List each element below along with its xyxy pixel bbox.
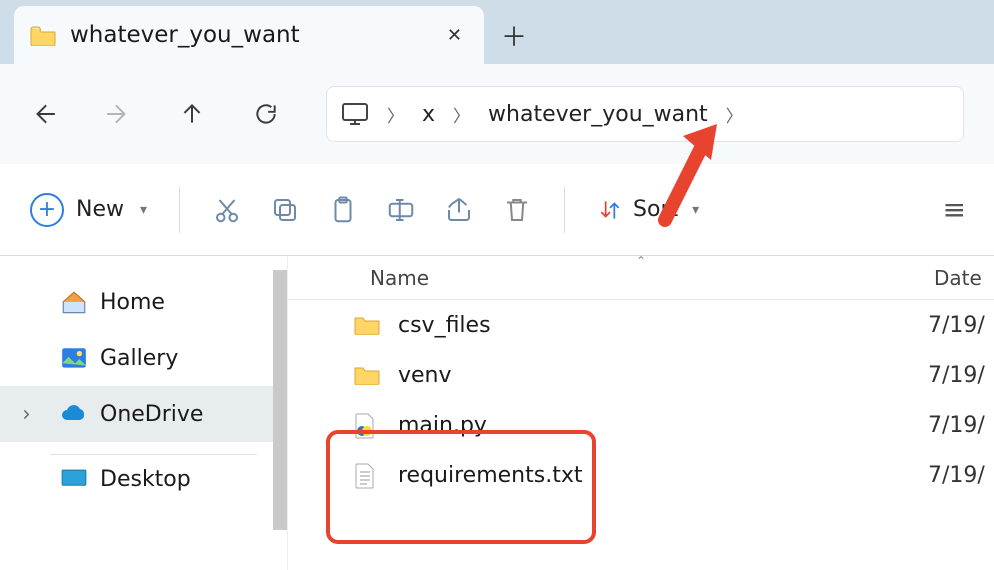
folder-icon <box>354 363 382 387</box>
sort-label: Sort <box>633 197 678 222</box>
breadcrumb-segment[interactable]: whatever_you_want <box>488 102 708 127</box>
address-bar[interactable]: 〉 x 〉 whatever_you_want 〉 <box>326 86 964 142</box>
sort-icon <box>597 197 623 223</box>
text-file-icon <box>354 463 382 487</box>
file-name: main.py <box>398 413 928 438</box>
tab-title: whatever_you_want <box>70 22 427 48</box>
paste-button[interactable] <box>328 188 358 232</box>
delete-button[interactable] <box>502 188 532 232</box>
desktop-icon <box>60 467 88 491</box>
sort-indicator-icon: ⌃ <box>636 254 646 268</box>
new-label: New <box>76 197 124 222</box>
forward-button[interactable] <box>104 100 132 128</box>
tab-close-button[interactable]: ✕ <box>441 19 468 52</box>
sidebar-item-onedrive[interactable]: OneDrive <box>0 386 287 442</box>
file-date: 7/19/ <box>928 363 994 388</box>
list-item[interactable]: main.py 7/19/ <box>288 400 994 450</box>
sidebar-item-desktop[interactable]: Desktop <box>0 467 287 491</box>
nav-bar: 〉 x 〉 whatever_you_want 〉 <box>0 64 994 164</box>
tab-active[interactable]: whatever_you_want ✕ <box>14 6 484 64</box>
file-list: ⌃ Name Date csv_files 7/19/ venv 7/19/ m… <box>288 256 994 570</box>
sidebar-item-label: Home <box>100 290 165 315</box>
sidebar-item-gallery[interactable]: Gallery <box>0 330 287 386</box>
file-name: venv <box>398 363 928 388</box>
plus-circle-icon: + <box>30 193 64 227</box>
chevron-right-icon[interactable]: 〉 <box>726 102 743 127</box>
rename-button[interactable] <box>386 188 416 232</box>
sidebar-item-label: Desktop <box>100 467 191 491</box>
column-date[interactable]: Date <box>934 266 994 290</box>
chevron-right-icon[interactable]: 〉 <box>387 102 404 127</box>
chevron-down-icon: ▾ <box>692 202 699 218</box>
file-name: csv_files <box>398 313 928 338</box>
scrollbar[interactable] <box>273 270 287 530</box>
tab-strip: whatever_you_want ✕ ＋ <box>0 0 994 64</box>
refresh-button[interactable] <box>252 100 280 128</box>
chevron-down-icon: ▾ <box>140 202 147 218</box>
onedrive-icon <box>60 401 88 427</box>
divider <box>179 187 180 233</box>
column-name[interactable]: Name <box>370 266 934 290</box>
breadcrumb-segment[interactable]: x <box>422 102 435 127</box>
cut-button[interactable] <box>212 188 242 232</box>
list-item[interactable]: requirements.txt 7/19/ <box>288 450 994 500</box>
back-button[interactable] <box>30 100 58 128</box>
this-pc-icon <box>341 102 369 126</box>
view-options-icon: ≡ <box>943 193 964 226</box>
list-item[interactable]: csv_files 7/19/ <box>288 300 994 350</box>
sidebar-item-label: Gallery <box>100 346 178 371</box>
divider <box>564 187 565 233</box>
gallery-icon <box>60 345 88 371</box>
sidebar-item-label: OneDrive <box>100 402 203 427</box>
new-button[interactable]: + New ▾ <box>30 188 147 232</box>
new-tab-button[interactable]: ＋ <box>484 6 544 64</box>
file-date: 7/19/ <box>928 413 994 438</box>
file-date: 7/19/ <box>928 313 994 338</box>
folder-icon <box>354 313 382 337</box>
copy-button[interactable] <box>270 188 300 232</box>
up-button[interactable] <box>178 100 206 128</box>
toolbar: + New ▾ Sort ▾ ≡ <box>0 164 994 256</box>
file-name: requirements.txt <box>398 463 928 488</box>
file-date: 7/19/ <box>928 463 994 488</box>
chevron-right-icon[interactable]: 〉 <box>453 102 470 127</box>
sort-button[interactable]: Sort ▾ <box>597 188 699 232</box>
python-file-icon <box>354 413 382 437</box>
divider <box>50 454 257 455</box>
plus-icon: ＋ <box>501 17 527 54</box>
view-button[interactable]: ≡ <box>943 188 964 232</box>
column-header[interactable]: ⌃ Name Date <box>288 256 994 300</box>
share-button[interactable] <box>444 188 474 232</box>
list-item[interactable]: venv 7/19/ <box>288 350 994 400</box>
folder-icon <box>30 24 56 46</box>
sidebar-item-home[interactable]: Home <box>0 274 287 330</box>
home-icon <box>60 289 88 315</box>
sidebar: Home Gallery OneDrive Desktop <box>0 256 288 570</box>
